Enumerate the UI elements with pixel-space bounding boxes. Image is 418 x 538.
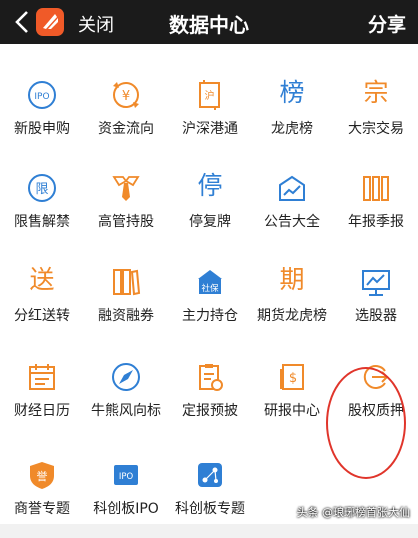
- grid-item-label: 融资融券: [98, 308, 154, 324]
- grid-item-dividends[interactable]: 送 分红送转: [0, 249, 84, 345]
- grid-item-label: 沪深港通: [182, 121, 238, 137]
- grid-item-label: 选股器: [355, 308, 397, 324]
- grid-item-star-topic[interactable]: 科创板专题: [168, 442, 252, 538]
- star-ipo-badge-text: IPO: [119, 472, 134, 482]
- svg-text:沪: 沪: [205, 89, 215, 102]
- star-board-topic-icon: [198, 463, 222, 487]
- stock-picker-icon: [362, 270, 390, 296]
- grid-item-restricted-shares[interactable]: 限 限售解禁: [0, 155, 84, 251]
- app-logo-icon: [36, 8, 64, 36]
- clipboard-icon: [199, 364, 223, 391]
- compass-icon: [112, 363, 140, 391]
- grid-item-research-center[interactable]: $ 研报中心: [250, 344, 334, 440]
- grid-item-new-ipo[interactable]: IPO 新股申购: [0, 62, 84, 158]
- goodwill-shield-icon: 誉: [30, 462, 54, 489]
- ranking-icon: 榜: [279, 78, 305, 107]
- grid-item-main-holdings[interactable]: 社保 主力持仓: [168, 249, 252, 345]
- grid-item-label: 定报预披: [182, 403, 238, 419]
- grid-item-label: 主力持仓: [182, 308, 238, 324]
- grid-item-label: 财经日历: [14, 403, 70, 419]
- grid-item-annual-reports[interactable]: 年报季报: [334, 155, 418, 251]
- ipo-icon: IPO: [28, 81, 56, 109]
- highlight-circle: [326, 367, 406, 479]
- grid-item-margin-trading[interactable]: 融资融券: [84, 249, 168, 345]
- dividend-icon: 送: [29, 265, 55, 294]
- svg-text:$: $: [289, 371, 297, 386]
- grid-item-label: 年报季报: [348, 214, 404, 230]
- svg-text:限: 限: [35, 182, 48, 197]
- grid-item-label: 商誉专题: [14, 501, 70, 517]
- research-icon: $: [280, 364, 304, 390]
- grid-item-label: 资金流向: [98, 121, 154, 137]
- grid-item-bull-bear[interactable]: 牛熊风向标: [84, 344, 168, 440]
- grid-item-label: 高管持股: [98, 214, 154, 230]
- reports-icon: [363, 176, 389, 201]
- grid-item-label: 科创板专题: [175, 501, 245, 517]
- grid-item-label: 研报中心: [264, 403, 320, 419]
- share-button[interactable]: 分享: [368, 10, 406, 37]
- top-bar: 关闭 数据中心 分享: [0, 0, 418, 44]
- money-flow-icon: ¥: [113, 82, 139, 108]
- grid-item-finance-calendar[interactable]: 财经日历: [0, 344, 84, 440]
- suspension-icon: 停: [197, 171, 223, 200]
- calendar-icon: [29, 364, 55, 390]
- grid-item-label: 龙虎榜: [271, 121, 313, 137]
- grid-item-report-preview[interactable]: 定报预披: [168, 344, 252, 440]
- shanghai-connect-icon: 沪: [199, 80, 220, 110]
- close-button[interactable]: 关闭: [78, 11, 114, 37]
- grid-item-label: 公告大全: [264, 214, 320, 230]
- grid-item-block-trade[interactable]: 宗 大宗交易: [334, 62, 418, 158]
- back-arrow-icon[interactable]: [10, 9, 36, 35]
- social-security-badge-text: 社保: [201, 283, 219, 294]
- grid-item-futures-ranking[interactable]: 期 期货龙虎榜: [250, 249, 334, 345]
- futures-icon: 期: [279, 265, 305, 294]
- grid-item-stock-picker[interactable]: 选股器: [334, 249, 418, 345]
- watermark: 头条 @琅琊榜首张大仙: [296, 506, 411, 519]
- grid-item-label: 大宗交易: [348, 121, 404, 137]
- star-board-ipo-icon: IPO: [114, 465, 138, 485]
- grid-item-shanghai-connect[interactable]: 沪 沪深港通: [168, 62, 252, 158]
- grid-item-label: 分红送转: [14, 308, 70, 324]
- grid-item-goodwill[interactable]: 誉 商誉专题: [0, 442, 84, 538]
- svg-text:¥: ¥: [122, 89, 130, 104]
- grid-item-suspension[interactable]: 停 停复牌: [168, 155, 252, 251]
- goodwill-badge-text: 誉: [37, 469, 48, 483]
- svg-text:IPO: IPO: [34, 92, 49, 102]
- restricted-shares-icon: 限: [28, 174, 56, 202]
- grid-item-label: 新股申购: [14, 121, 70, 137]
- grid-item-label: 期货龙虎榜: [257, 308, 327, 324]
- grid-item-label: 牛熊风向标: [91, 403, 161, 419]
- margin-books-icon: [113, 269, 141, 296]
- executive-tie-icon: [112, 176, 140, 201]
- grid-item-dragon-tiger[interactable]: 榜 龙虎榜: [250, 62, 334, 158]
- grid-item-star-ipo[interactable]: IPO 科创板IPO: [84, 442, 168, 538]
- announcement-icon: [279, 175, 305, 201]
- data-center-grid: IPO 新股申购 ¥ 资金流向 沪 沪深港通 榜 龙虎榜 宗 大宗交易 限 限售…: [0, 44, 418, 524]
- block-trade-icon: 宗: [363, 78, 389, 107]
- grid-item-announcements[interactable]: 公告大全: [250, 155, 334, 251]
- grid-item-executive-holdings[interactable]: 高管持股: [84, 155, 168, 251]
- grid-item-label: 科创板IPO: [93, 501, 159, 517]
- grid-item-label: 停复牌: [189, 214, 231, 230]
- grid-item-money-flow[interactable]: ¥ 资金流向: [84, 62, 168, 158]
- social-security-icon: 社保: [198, 270, 222, 294]
- grid-item-label: 限售解禁: [14, 214, 70, 230]
